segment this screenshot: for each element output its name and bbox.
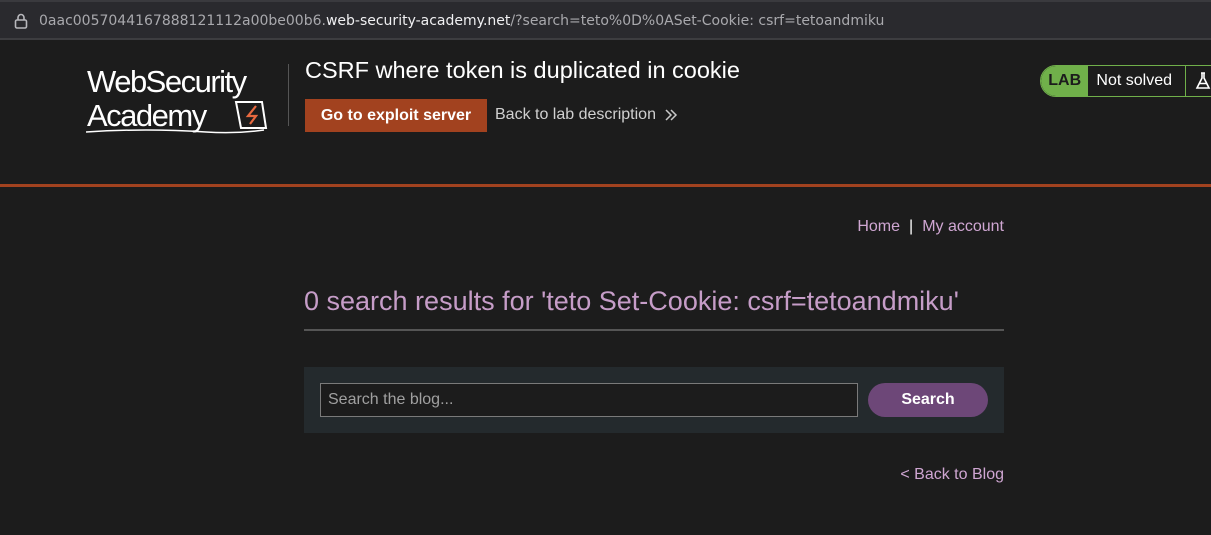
- back-to-lab-description-label: Back to lab description: [495, 106, 656, 123]
- lock-icon: [14, 13, 28, 29]
- back-to-blog-link[interactable]: < Back to Blog: [900, 466, 1004, 484]
- my-account-link[interactable]: My account: [922, 218, 1004, 235]
- url-subdomain: 0aac0057044167888121112a00be00b6.: [39, 13, 326, 29]
- top-nav: Home | My account: [857, 218, 1004, 236]
- double-chevron-right-icon: [665, 109, 678, 121]
- logo-divider: [288, 64, 289, 126]
- url-text[interactable]: 0aac0057044167888121112a00be00b6.web-sec…: [39, 13, 884, 29]
- lab-status-text: Not solved: [1096, 72, 1172, 89]
- browser-address-bar[interactable]: 0aac0057044167888121112a00be00b6.web-sec…: [0, 0, 1211, 40]
- lab-status-widget: LAB Not solved: [1040, 65, 1211, 97]
- logo-line2: Academy: [87, 98, 208, 133]
- home-link[interactable]: Home: [857, 218, 900, 235]
- url-path: /?search=teto%0D%0ASet-Cookie: csrf=teto…: [510, 13, 885, 29]
- url-host: web-security-academy.net: [325, 13, 511, 29]
- back-to-lab-description-link[interactable]: Back to lab description: [495, 106, 678, 124]
- web-security-academy-logo[interactable]: WebSecurity Academy: [86, 64, 286, 136]
- flask-icon: [1185, 66, 1211, 96]
- search-input[interactable]: [320, 383, 858, 417]
- logo-line1: WebSecurity: [87, 64, 248, 99]
- exploit-server-button[interactable]: Go to exploit server: [305, 99, 487, 132]
- search-results-heading: 0 search results for 'teto Set-Cookie: c…: [304, 286, 1004, 331]
- lab-header: WebSecurity Academy CSRF where token is …: [0, 40, 1211, 187]
- lab-badge: LAB: [1041, 66, 1089, 96]
- search-panel: Search: [304, 367, 1004, 433]
- nav-separator: |: [909, 218, 914, 235]
- lab-title: CSRF where token is duplicated in cookie: [305, 57, 740, 83]
- search-button[interactable]: Search: [868, 383, 988, 417]
